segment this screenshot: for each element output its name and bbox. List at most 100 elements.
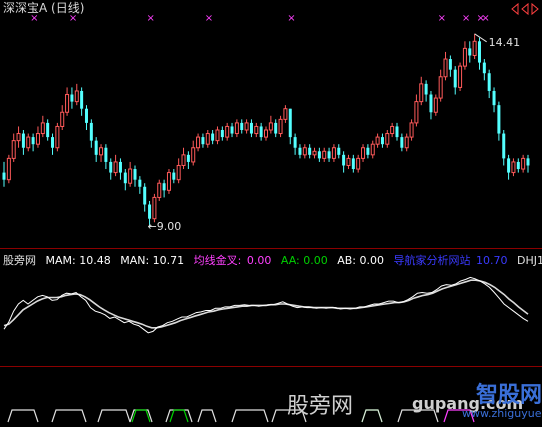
candle [521,157,526,170]
candle [2,172,6,180]
candle [438,76,443,99]
candle [16,133,21,142]
window-title: 深深宝A (日线) [3,1,85,15]
candle [186,154,190,162]
dhj1-signal [169,409,189,423]
candle [60,111,65,127]
candle [123,172,127,184]
candle [225,125,230,138]
candle [157,182,162,198]
logo-text: 智股网 [476,383,542,408]
dhj1-signal [361,409,383,423]
candle [414,101,419,124]
candle [263,129,269,138]
ab-value: AB: 0.00 [337,254,384,267]
candle [511,161,516,174]
signal-mark: × [481,13,489,24]
candle [152,196,157,220]
candle [181,154,186,166]
candle [74,90,79,103]
candle [385,133,390,145]
candle [40,122,45,135]
candle [429,94,433,113]
candle [492,90,496,106]
candle [482,62,486,74]
dhj1-signal [97,409,131,423]
candle [370,143,375,156]
candle [201,137,205,145]
aa-value: AA: 0.00 [280,254,328,267]
candle [118,161,122,173]
candle [234,122,239,135]
gold-cross-value: 0.00 [246,254,272,267]
candle [462,47,467,67]
candle [21,133,25,148]
candle [244,122,249,131]
chart-window: 14.41 ←9.00 × × × × × × × × × 深深宝A (日线) 股旁网 MAM: 1… [0,0,542,427]
candle [51,137,55,148]
candle [148,204,152,219]
right-arrow-icon [531,2,539,16]
gold-cross-label: 均线金叉: [193,254,242,267]
candle [215,129,220,142]
candle [35,133,40,145]
dhj1-signal [51,409,87,423]
candle [128,168,133,184]
candle [172,172,176,180]
logo-domain: www.zhiguyue.com [462,407,542,420]
candle [6,157,11,181]
candle [298,147,302,155]
candle [11,140,16,159]
candle [375,136,380,145]
candle [322,150,327,159]
candle [268,122,273,131]
candle [443,58,448,78]
series-line-man [3,279,529,329]
candle [317,151,321,159]
candle [176,164,181,181]
candle [477,41,481,63]
candle [380,137,384,145]
candle [502,133,506,159]
signal-mark: × [438,13,446,24]
candle [308,147,312,155]
signal-mark: × [462,13,470,24]
candle [220,130,224,138]
candle [205,133,210,145]
candle [302,147,307,156]
chart-canvas: 14.41←9.00× × × × × × × ×× [0,13,542,423]
candle [80,90,84,109]
candle [400,137,404,148]
candle [211,133,215,141]
scroll-arrows[interactable] [510,1,540,16]
candle [419,83,424,103]
dhj1-signal [165,409,193,423]
candle [249,122,253,134]
candle [143,186,147,205]
candle [409,122,414,138]
candle [254,125,259,135]
candle [337,147,341,155]
candle [458,65,463,88]
candle [390,125,395,135]
candle [240,122,244,130]
candle [55,125,60,149]
candle [312,150,317,156]
candle [433,97,438,113]
man-value: MAN: 10.71 [120,254,185,267]
candle [288,108,292,138]
dhj1-signal [131,409,151,423]
candle [342,154,346,166]
candle [356,157,361,170]
low-label: ←9.00 [148,220,182,233]
candle [70,94,74,102]
candle [104,147,108,162]
candle [293,137,297,148]
candle [113,161,118,174]
candle [395,126,399,138]
candle [196,136,201,149]
candle [472,40,477,56]
signal-mark: × [287,13,295,24]
candle [327,151,331,159]
candle [259,126,263,138]
